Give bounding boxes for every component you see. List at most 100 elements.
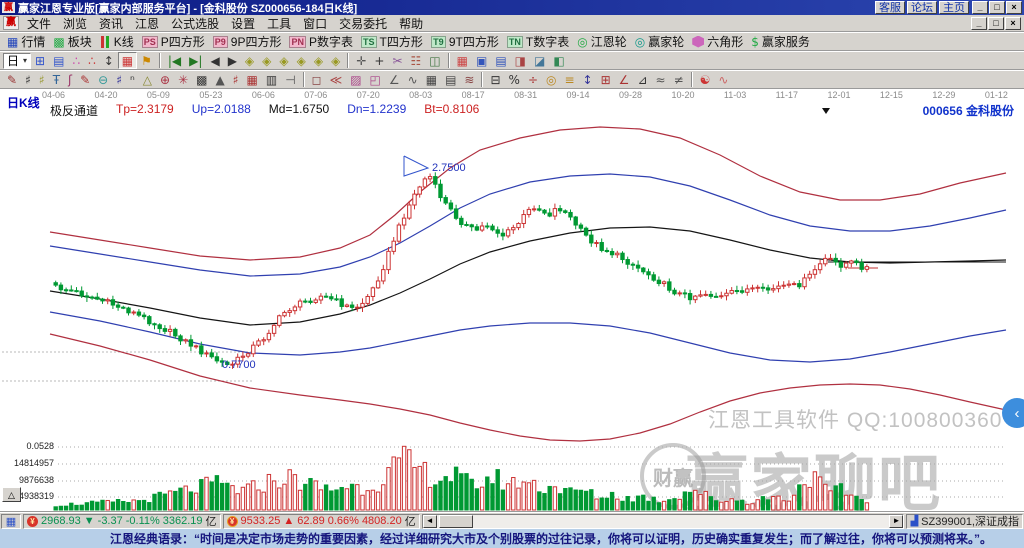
p-sifangxing-button[interactable]: PSP四方形 xyxy=(138,33,209,50)
ratio-tool[interactable]: ⊟ xyxy=(486,71,504,88)
quarter-tool[interactable]: ◰ xyxy=(366,71,385,88)
menu-窗口[interactable]: 窗口 xyxy=(297,15,333,32)
restore-button[interactable]: □ xyxy=(989,1,1005,14)
window-layout-button[interactable]: ⊞ xyxy=(31,52,49,69)
hash-tool[interactable]: ♯ xyxy=(112,71,126,88)
yingjialun-button[interactable]: ◎赢家轮 xyxy=(631,33,689,50)
gann-diamond-2-button[interactable]: ◈ xyxy=(258,52,275,69)
liujiaoxing-button[interactable]: 六角形 xyxy=(688,33,747,50)
grid-add-tool[interactable]: ⊞ xyxy=(597,71,615,88)
wave2-tool[interactable]: ∿ xyxy=(714,71,732,88)
t-sifangxing-button[interactable]: TST四方形 xyxy=(357,33,427,50)
scroll-thumb[interactable] xyxy=(439,515,473,528)
gann-grid-tool[interactable]: ♯ xyxy=(35,71,49,88)
shade-tool[interactable]: ▨ xyxy=(346,71,365,88)
title-link-2[interactable]: 论坛 xyxy=(907,1,937,14)
flag-button[interactable]: ⚑ xyxy=(137,52,156,69)
volume-expand-button[interactable]: △ xyxy=(2,487,21,502)
rt-triangle-tool[interactable]: ⊿ xyxy=(633,71,651,88)
compare-button[interactable]: ◫ xyxy=(425,52,444,69)
scatter-pink-button[interactable]: ∴ xyxy=(68,52,84,69)
mdi-restore-button[interactable]: □ xyxy=(988,17,1004,30)
notes-button[interactable]: ▤ xyxy=(491,52,510,69)
box-grid-tool[interactable]: ▦ xyxy=(243,71,262,88)
refresh-button[interactable]: ◧ xyxy=(549,52,568,69)
menu-文件[interactable]: 文件 xyxy=(21,15,57,32)
9p-sifangxing-button[interactable]: P99P四方形 xyxy=(209,33,286,50)
cut-button[interactable]: ✂ xyxy=(388,52,406,69)
estimate2-tool[interactable]: ≠ xyxy=(670,71,688,88)
export-button[interactable]: ◪ xyxy=(530,52,549,69)
grid-tool[interactable]: ♯ xyxy=(21,71,35,88)
mdi-minimize-button[interactable]: _ xyxy=(971,17,987,30)
bankuai-button[interactable]: ▩板块 xyxy=(49,33,95,50)
jiangenlun-button[interactable]: ◎江恩轮 xyxy=(573,33,631,50)
marker-tool[interactable]: ✎ xyxy=(76,71,94,88)
save-button[interactable]: ◨ xyxy=(511,52,530,69)
zoom-in-button[interactable]: + xyxy=(370,52,388,69)
menu-交易委托[interactable]: 交易委托 xyxy=(333,15,393,32)
gann-diamond-4-button[interactable]: ◈ xyxy=(293,52,310,69)
crosshair-button[interactable]: ✛ xyxy=(352,52,370,69)
kxian-button[interactable]: K线 xyxy=(96,33,138,50)
9t-sifangxing-button[interactable]: T99T四方形 xyxy=(427,33,503,50)
gold-line-tool[interactable]: ≡ xyxy=(560,71,578,88)
target-tool[interactable]: ⊕ xyxy=(156,71,174,88)
gann-diamond-1-button[interactable]: ◈ xyxy=(241,52,258,69)
scatter-red-button[interactable]: ∴ xyxy=(84,52,100,69)
scroll-right-button[interactable]: ► xyxy=(889,515,903,528)
rect-tool[interactable]: ◻ xyxy=(308,71,326,88)
scurve-tool[interactable]: ʃ xyxy=(64,71,76,88)
menu-设置[interactable]: 设置 xyxy=(225,15,261,32)
wave-tool[interactable]: ∿ xyxy=(404,71,422,88)
tick-tool[interactable]: ⊣ xyxy=(281,71,299,88)
power-tool[interactable]: ⁿ xyxy=(126,71,139,88)
percent-tool[interactable]: % xyxy=(505,71,524,88)
updown-button[interactable]: ↕ xyxy=(100,52,118,69)
star-tool[interactable]: ✳ xyxy=(174,71,192,88)
t-shuzibiao-button[interactable]: TNT数字表 xyxy=(503,33,573,50)
close-button[interactable]: × xyxy=(1006,1,1022,14)
gann-diamond-5-button[interactable]: ◈ xyxy=(310,52,327,69)
go-first-button[interactable]: |◀ xyxy=(164,52,185,69)
sidebar-toggle-button[interactable]: ‹ xyxy=(1002,398,1024,428)
gold-circle-tool[interactable]: ◎ xyxy=(542,71,560,88)
pencil-tool[interactable]: ✎ xyxy=(3,71,21,88)
fence-tool[interactable]: ▥ xyxy=(262,71,281,88)
menu-浏览[interactable]: 浏览 xyxy=(57,15,93,32)
tab-daily-kline[interactable]: 日K线 xyxy=(7,94,40,111)
menu-江恩[interactable]: 江恩 xyxy=(129,15,165,32)
gann-diamond-3-button[interactable]: ◈ xyxy=(275,52,292,69)
title-link-1[interactable]: 客服 xyxy=(875,1,905,14)
sz-index-panel[interactable]: ¥ 9533.25 ▲62.89 0.66% 4808.20亿 xyxy=(223,514,420,529)
menu-公式选股[interactable]: 公式选股 xyxy=(165,15,225,32)
current-index-panel[interactable]: ▟ SZ399001,深证成指 xyxy=(906,514,1023,529)
lines-tool[interactable]: ≋ xyxy=(460,71,478,88)
calculator-button[interactable]: ▣ xyxy=(472,52,491,69)
menu-资讯[interactable]: 资讯 xyxy=(93,15,129,32)
fan-tool[interactable]: ≪ xyxy=(326,71,347,88)
grid2-tool[interactable]: ▦ xyxy=(422,71,441,88)
yingjiafuwu-button[interactable]: $赢家服务 xyxy=(747,33,814,50)
menu-帮助[interactable]: 帮助 xyxy=(393,15,429,32)
market-grid-panel[interactable]: ▦ xyxy=(1,514,21,529)
tsquare-tool[interactable]: Ŧ xyxy=(49,71,64,88)
p-shuzibiao-button[interactable]: PNP数字表 xyxy=(285,33,357,50)
minimize-button[interactable]: _ xyxy=(972,1,988,14)
scroll-track[interactable] xyxy=(437,515,890,528)
red-grid-tool[interactable]: ♯ xyxy=(229,71,243,88)
chart-area[interactable]: 江恩工具软件 QQ:100800360 财赢 赢家聊吧 日K线 04-0604-… xyxy=(0,89,1024,512)
document-button[interactable]: ▤ xyxy=(49,52,68,69)
next-bar-button[interactable]: ▶ xyxy=(224,52,241,69)
prev-bar-button[interactable]: ◀ xyxy=(206,52,223,69)
go-last-button[interactable]: ▶| xyxy=(185,52,206,69)
estimate-tool[interactable]: ≈ xyxy=(652,71,670,88)
angle-line-tool[interactable]: ∠ xyxy=(385,71,404,88)
menu-工具[interactable]: 工具 xyxy=(261,15,297,32)
range-tool[interactable]: ↕ xyxy=(579,71,597,88)
hangqing-button[interactable]: ▦行情 xyxy=(3,33,49,50)
angle-tool[interactable]: ▲ xyxy=(211,71,228,88)
horizontal-scrollbar[interactable]: ◄ ► xyxy=(422,514,905,529)
calendar-button[interactable]: ▦ xyxy=(453,52,472,69)
rows-tool[interactable]: ▤ xyxy=(441,71,460,88)
